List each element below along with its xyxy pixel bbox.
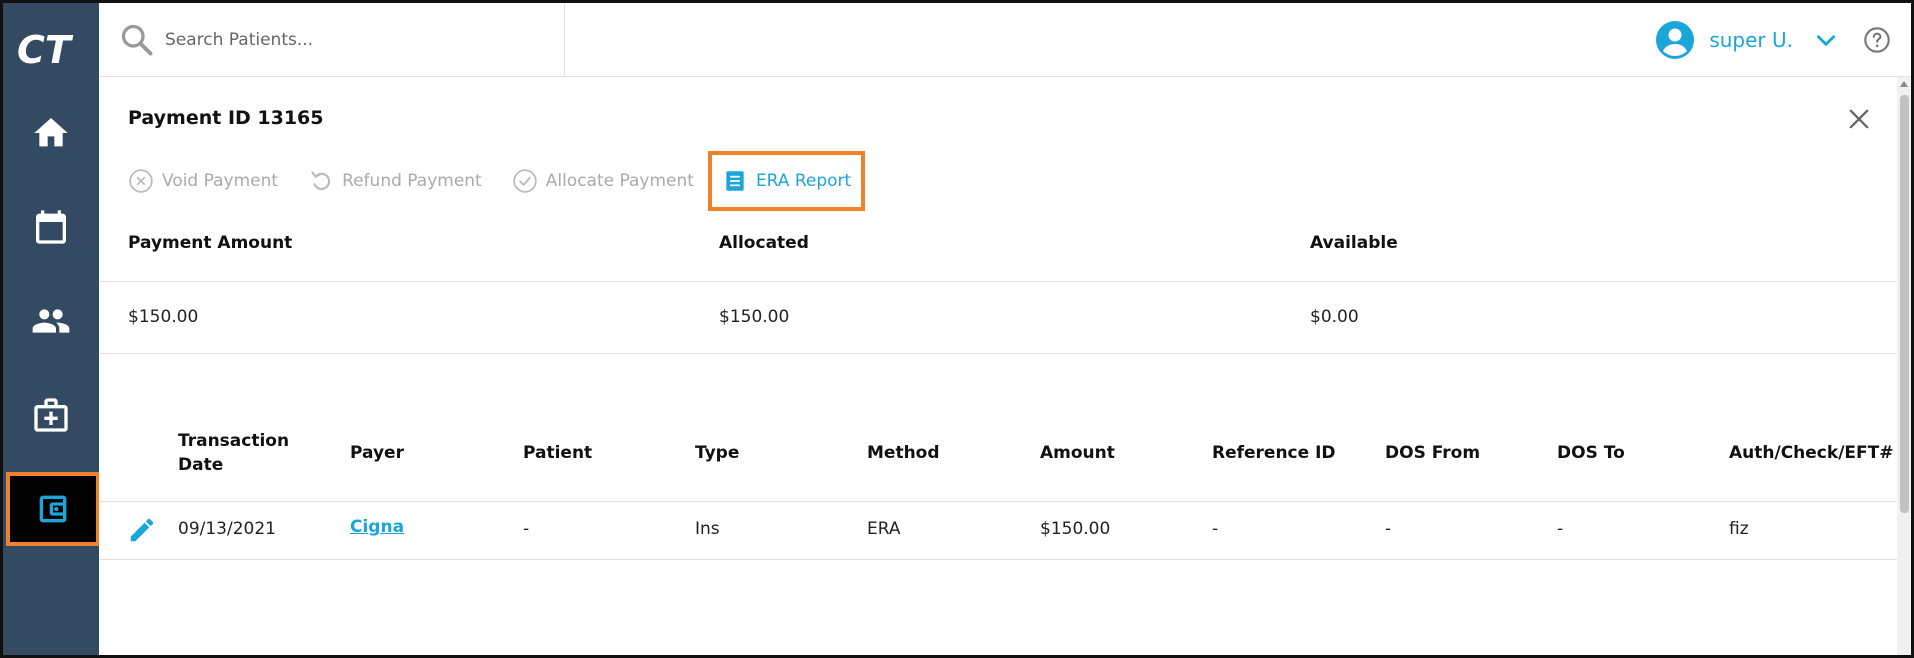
help-icon[interactable] (1863, 26, 1891, 54)
divider (99, 501, 1897, 502)
available-value: $0.00 (1310, 307, 1359, 327)
available-header: Available (1310, 233, 1398, 253)
sidebar-item-billing[interactable] (6, 472, 100, 546)
medical-kit-icon (34, 398, 68, 432)
cell-amount: $150.00 (1040, 519, 1111, 539)
col-header-payer: Payer (350, 443, 404, 463)
chevron-down-icon[interactable] (1813, 27, 1839, 53)
divider (99, 559, 1897, 560)
refund-payment-label: Refund Payment (342, 171, 482, 191)
app-window: CT Search Patients... super U. Payment I… (0, 0, 1914, 658)
cell-type: Ins (695, 519, 720, 539)
user-name: super U. (1709, 28, 1793, 52)
col-header-text: Date (178, 455, 224, 475)
col-header-method: Method (867, 443, 940, 463)
divider (99, 281, 1897, 282)
refund-icon (311, 171, 331, 191)
app-logo[interactable]: CT (15, 25, 85, 72)
payment-detail-panel: Payment ID 13165 Void Payment Refund Pay… (99, 77, 1897, 655)
era-report-label: ERA Report (755, 171, 852, 191)
report-icon (726, 171, 744, 191)
col-header-text: Transaction (178, 431, 290, 451)
sidebar-item-patients[interactable] (3, 283, 99, 359)
cell-auth-check-eft: fiz (1729, 519, 1749, 539)
close-icon[interactable] (1845, 105, 1873, 133)
col-header-amount: Amount (1040, 443, 1115, 463)
check-circle-icon (513, 169, 537, 193)
sidebar-item-calendar[interactable] (3, 189, 99, 265)
cell-dos-from: - (1385, 519, 1392, 539)
payment-actions-toolbar: Void Payment Refund Payment Allocate Pay… (128, 151, 895, 211)
user-avatar-icon (1656, 21, 1695, 59)
refund-payment-button[interactable]: Refund Payment (308, 168, 482, 194)
user-menu[interactable]: super U. (1655, 17, 1891, 63)
cell-dos-to: - (1557, 519, 1564, 539)
wallet-icon (39, 495, 67, 523)
allocate-payment-label: Allocate Payment (545, 171, 694, 191)
patient-search (99, 3, 565, 76)
era-report-button[interactable]: ERA Report (707, 151, 866, 211)
page-title: Payment ID 13165 (128, 107, 324, 129)
edit-pencil-icon[interactable] (127, 515, 157, 545)
col-header-type: Type (695, 443, 740, 463)
col-header-dos-from: DOS From (1385, 443, 1481, 463)
allocate-payment-button[interactable]: Allocate Payment (512, 168, 694, 194)
void-payment-label: Void Payment (162, 171, 279, 191)
calendar-icon (36, 210, 66, 244)
cell-reference-id: - (1212, 519, 1219, 539)
cancel-circle-icon (129, 169, 153, 193)
allocated-header: Allocated (719, 233, 809, 253)
scrollbar-thumb[interactable] (1900, 95, 1909, 513)
home-icon (34, 118, 68, 147)
svg-text:CT: CT (17, 28, 74, 69)
payment-amount-value: $150.00 (128, 307, 199, 327)
cell-method: ERA (867, 519, 901, 539)
sidebar-item-home[interactable] (3, 95, 99, 171)
payment-amount-header: Payment Amount (128, 233, 293, 253)
vertical-scrollbar[interactable] (1897, 77, 1911, 655)
search-icon (121, 24, 153, 56)
people-icon (32, 309, 70, 333)
divider (99, 353, 1897, 354)
allocated-value: $150.00 (719, 307, 790, 327)
col-header-reference-id: Reference ID (1212, 443, 1336, 463)
col-header-dos-to: DOS To (1557, 443, 1625, 463)
scroll-up-arrow-icon[interactable] (1900, 81, 1908, 87)
search-input[interactable] (165, 25, 545, 55)
top-bar: super U. (99, 3, 1911, 77)
void-payment-button[interactable]: Void Payment (128, 168, 278, 194)
cell-transaction-date: 09/13/2021 (178, 519, 276, 539)
sidebar-item-clinical[interactable] (3, 377, 99, 453)
col-header-auth-check-eft: Auth/Check/EFT# (1729, 443, 1894, 463)
col-header-patient: Patient (523, 443, 593, 463)
col-header-transaction-date: Transaction Date (178, 429, 289, 477)
cell-patient: - (523, 519, 530, 539)
payer-link[interactable]: Cigna (350, 517, 404, 537)
sidebar: CT (3, 3, 100, 655)
